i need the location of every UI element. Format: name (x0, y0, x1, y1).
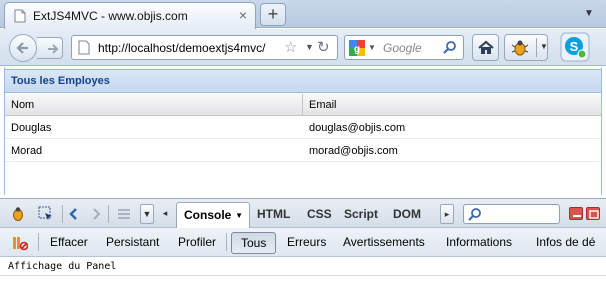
filter-all-button[interactable]: Tous (231, 232, 276, 254)
reload-icon[interactable]: ↻ (317, 38, 330, 56)
profile-button[interactable]: Profiler (178, 235, 216, 249)
divider (62, 205, 63, 223)
detach-firebug-button[interactable] (586, 207, 600, 220)
page-icon (14, 9, 26, 23)
table-row[interactable]: Morad morad@objis.com (5, 140, 601, 162)
chevron-down-icon[interactable]: ▼ (584, 8, 594, 19)
address-bar[interactable]: http://localhost/demoextjs4mvc/ ☆ ▼ ↻ (71, 35, 338, 60)
minimize-firebug-button[interactable] (569, 207, 583, 220)
skype-icon: S (560, 32, 590, 62)
filter-errors-button[interactable]: Erreurs (287, 235, 326, 249)
tab-dom[interactable]: DOM (393, 207, 421, 221)
tab-console[interactable]: Console ▼ (176, 202, 250, 228)
table-row[interactable]: Douglas douglas@objis.com (5, 117, 601, 139)
tab-console-label: Console (184, 208, 232, 222)
page-icon (78, 40, 90, 55)
arrow-left-icon (16, 42, 28, 54)
grid-header: Nom Email (5, 94, 601, 116)
arrow-right-icon (48, 44, 59, 54)
persist-button[interactable]: Persistant (106, 235, 159, 249)
navigation-toolbar: http://localhost/demoextjs4mvc/ ☆ ▼ ↻ g … (0, 29, 606, 66)
divider (38, 233, 39, 251)
back-forward-group (9, 34, 65, 62)
tab-html[interactable]: HTML (257, 207, 290, 221)
scroll-right-button[interactable]: ▸ (440, 204, 454, 224)
window-icon (589, 210, 599, 219)
google-icon[interactable]: g (349, 40, 365, 56)
search-bar[interactable]: g ▼ Google (344, 35, 464, 60)
filter-all-label: Tous (241, 236, 267, 250)
clear-console-icon[interactable] (12, 235, 28, 251)
scroll-left-icon[interactable]: ◂ (158, 204, 172, 224)
console-log-line: Affichage du Panel (8, 261, 117, 272)
divider (536, 38, 537, 57)
forward-button[interactable] (37, 37, 63, 59)
panel-title: Tous les Employes (11, 75, 110, 87)
column-header-email[interactable]: Email (309, 99, 337, 111)
firebug-search-input[interactable] (463, 204, 560, 224)
skype-button[interactable]: S (560, 32, 590, 62)
column-header-nom[interactable]: Nom (11, 99, 34, 111)
firebug-icon (511, 40, 529, 56)
panel-menu-button[interactable]: ▼ (140, 204, 154, 224)
home-icon (478, 40, 494, 54)
chevron-down-icon[interactable]: ▼ (305, 42, 314, 52)
svg-text:g: g (354, 44, 360, 55)
list-icon[interactable] (116, 206, 132, 222)
divider (108, 205, 109, 223)
firebug-button[interactable]: ▼ (504, 34, 548, 61)
tab-strip: ExtJS4MVC - www.objis.com × + ▼ (0, 0, 606, 29)
column-divider[interactable] (302, 94, 303, 116)
search-icon (468, 208, 481, 221)
back-button[interactable] (9, 34, 37, 62)
employees-panel: Tous les Employes Nom Email Douglas doug… (4, 67, 602, 195)
search-placeholder: Google (383, 41, 422, 55)
url-text: http://localhost/demoextjs4mvc/ (98, 41, 266, 55)
cell-email: morad@objis.com (309, 145, 398, 157)
chevron-left-icon[interactable] (66, 206, 82, 222)
tab-script[interactable]: Script (344, 207, 378, 221)
chevron-down-icon[interactable]: ▼ (235, 211, 243, 220)
tab-title: ExtJS4MVC - www.objis.com (33, 9, 188, 23)
chevron-down-icon[interactable]: ▼ (540, 42, 548, 51)
svg-text:S: S (570, 39, 579, 54)
cell-nom: Morad (11, 145, 43, 157)
home-button[interactable] (472, 34, 499, 61)
console-output: Affichage du Panel (0, 257, 606, 292)
inspect-icon[interactable] (38, 206, 54, 222)
filter-warnings-button[interactable]: Avertissements (343, 235, 425, 249)
new-tab-button[interactable]: + (260, 3, 286, 26)
console-filter-bar: Effacer Persistant Profiler Tous Erreurs… (0, 228, 606, 257)
browser-tab[interactable]: ExtJS4MVC - www.objis.com × (4, 2, 256, 29)
clear-button[interactable]: Effacer (50, 235, 88, 249)
bookmark-star-icon[interactable]: ☆ (284, 38, 297, 56)
minimize-icon (573, 215, 581, 217)
chevron-down-icon[interactable]: ▼ (368, 43, 376, 52)
divider (226, 233, 227, 251)
filter-debug-button[interactable]: Infos de dé (536, 235, 595, 249)
search-icon[interactable] (443, 40, 457, 54)
firebug-icon[interactable] (10, 206, 26, 222)
divider (0, 275, 606, 276)
filter-info-button[interactable]: Informations (446, 235, 512, 249)
chevron-right-icon[interactable] (88, 206, 104, 222)
close-icon[interactable]: × (239, 8, 247, 22)
cell-nom: Douglas (11, 122, 52, 134)
panel-header: Tous les Employes (5, 69, 601, 93)
firebug-toolbar: ▼ ◂ Console ▼ HTML CSS Script DOM ▸ (0, 198, 606, 228)
cell-email: douglas@objis.com (309, 122, 406, 134)
tab-css[interactable]: CSS (307, 207, 332, 221)
